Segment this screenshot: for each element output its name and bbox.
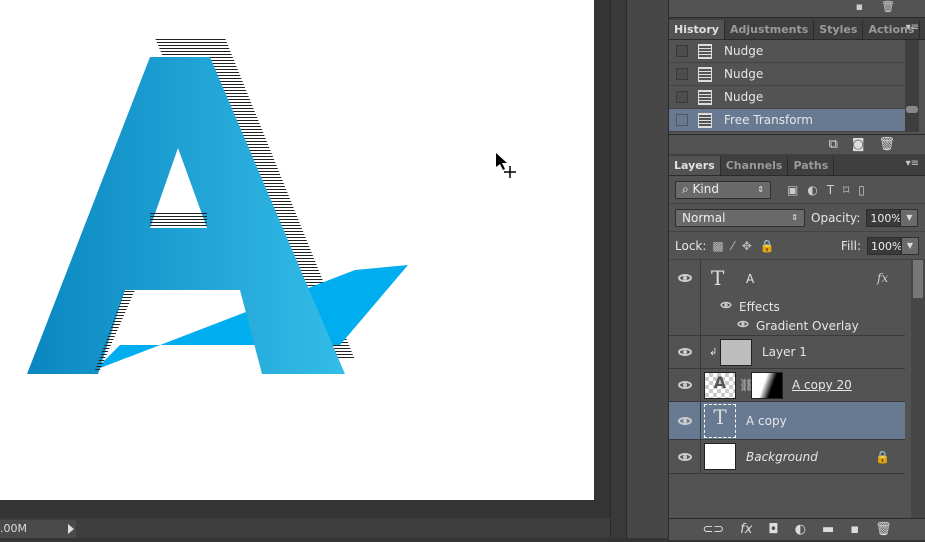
opacity-dropdown[interactable]: ▼	[900, 208, 919, 227]
new-document-icon[interactable]: ⧉	[829, 137, 838, 152]
document-icon	[698, 89, 712, 105]
opacity-input[interactable]: 100%	[866, 208, 902, 227]
history-item[interactable]: Nudge	[669, 40, 905, 63]
snapshot-checkbox[interactable]	[676, 91, 688, 103]
document-icon	[698, 112, 712, 128]
layer-thumbnail	[720, 338, 752, 366]
camera-icon[interactable]: ◙	[852, 137, 865, 152]
trash-icon[interactable]: 🗑	[881, 0, 895, 17]
visibility-eye-icon[interactable]	[678, 274, 692, 282]
snapshot-checkbox[interactable]	[676, 45, 688, 57]
history-footer: ⧉ ◙ 🗑	[669, 134, 925, 154]
visibility-eye-icon[interactable]	[678, 452, 692, 461]
blend-mode-select[interactable]: Normal ⇕	[675, 208, 805, 227]
layer-row[interactable]: T A fx Effects Gradient Overlay	[669, 260, 905, 336]
visibility-eye-icon[interactable]	[720, 301, 732, 309]
layer-row[interactable]: T A copy	[669, 402, 905, 440]
layer-thumbnail: A	[704, 371, 736, 399]
layer-row[interactable]: Background 🔒	[669, 440, 905, 474]
fx-icon[interactable]: fx	[740, 522, 752, 537]
panel-menu-icon[interactable]: ▾≡	[906, 158, 919, 169]
tab-layers[interactable]: Layers	[669, 156, 721, 175]
new-icon[interactable]: ▪	[856, 0, 863, 17]
layers-scrollbar[interactable]	[911, 260, 925, 518]
fill-input[interactable]: 100%	[867, 236, 902, 255]
layer-row[interactable]: ↲ Layer 1	[669, 336, 905, 369]
fill-label: Fill:	[840, 238, 861, 253]
panel-dock-strip	[626, 0, 668, 538]
fx-icon[interactable]: fx	[877, 271, 888, 285]
link-layers-icon[interactable]: ⊂⊃	[702, 522, 724, 537]
layers-footer: ⊂⊃ fx ◘ ◐ ▬ ▪ 🗑	[669, 518, 925, 540]
history-item[interactable]: Free Transform	[669, 109, 905, 132]
lock-icon: 🔒	[875, 449, 890, 464]
tab-paths[interactable]: Paths	[788, 156, 835, 175]
layer-thumbnail	[704, 443, 736, 470]
status-menu-arrow-icon[interactable]	[68, 524, 74, 534]
lock-row: Lock: ▩⁄✥🔒 Fill: 100% ▼	[669, 232, 925, 260]
type-layer-icon: T	[711, 266, 725, 290]
type-layer-icon: T	[704, 403, 736, 438]
document-icon	[698, 66, 712, 82]
filter-type-icons[interactable]: ▣◐T⌑▯	[787, 183, 874, 197]
move-cursor-icon	[496, 153, 516, 178]
new-layer-icon[interactable]: ▪	[850, 522, 859, 537]
tab-styles[interactable]: Styles	[814, 20, 864, 39]
lock-label: Lock:	[675, 238, 707, 253]
folder-icon[interactable]: ▬	[822, 522, 834, 537]
snapshot-checkbox[interactable]	[676, 68, 688, 80]
letter-a-artwork	[27, 38, 408, 374]
doc-size-status[interactable]: .00M	[0, 520, 76, 538]
layer-mask-thumbnail[interactable]	[751, 371, 783, 399]
visibility-eye-icon[interactable]	[678, 416, 692, 425]
filter-row: ⌕ Kind ⇕ ▣◐T⌑▯	[669, 176, 925, 204]
history-item[interactable]: Nudge	[669, 63, 905, 86]
history-list: Nudge Nudge Nudge Free Transform	[669, 40, 925, 134]
visibility-eye-icon[interactable]	[678, 348, 692, 356]
filter-kind-select[interactable]: ⌕ Kind ⇕	[675, 180, 771, 199]
visibility-eye-icon[interactable]	[678, 381, 692, 389]
opacity-label: Opacity:	[811, 210, 861, 225]
layer-row[interactable]: A ⛓ A copy 20	[669, 369, 905, 402]
document-icon	[698, 43, 712, 59]
history-item[interactable]: Nudge	[669, 86, 905, 109]
blend-row: Normal ⇕ Opacity: 100% ▼	[669, 204, 925, 232]
layers-list: T A fx Effects Gradient Overlay ↲ Layer …	[669, 260, 925, 518]
tab-adjustments[interactable]: Adjustments	[725, 20, 815, 39]
lock-icons[interactable]: ▩⁄✥🔒	[712, 239, 782, 253]
history-scrollbar[interactable]	[905, 40, 919, 132]
document-canvas[interactable]	[0, 0, 594, 500]
visibility-eye-icon[interactable]	[737, 320, 749, 328]
layers-tabs: Layers Channels Paths ▾≡	[669, 154, 925, 176]
fill-dropdown[interactable]: ▼	[901, 236, 919, 255]
right-panels: ▪ 🗑 History Adjustments Styles Actions ▾≡…	[668, 0, 925, 540]
tab-history[interactable]: History	[669, 20, 725, 39]
clipping-arrow-icon: ↲	[709, 346, 718, 358]
snapshot-checkbox[interactable]	[676, 114, 688, 126]
history-tabs: History Adjustments Styles Actions ▾≡	[669, 18, 925, 40]
add-mask-icon[interactable]: ◘	[768, 522, 778, 537]
panel-menu-icon[interactable]: ▾≡	[906, 22, 919, 33]
adjustment-layer-icon[interactable]: ◐	[795, 522, 806, 537]
trash-icon[interactable]: 🗑	[878, 137, 895, 152]
canvas-scrollbar[interactable]	[610, 0, 626, 538]
status-bar	[0, 518, 610, 538]
trash-icon[interactable]: 🗑	[875, 522, 892, 537]
tab-channels[interactable]: Channels	[721, 156, 789, 175]
